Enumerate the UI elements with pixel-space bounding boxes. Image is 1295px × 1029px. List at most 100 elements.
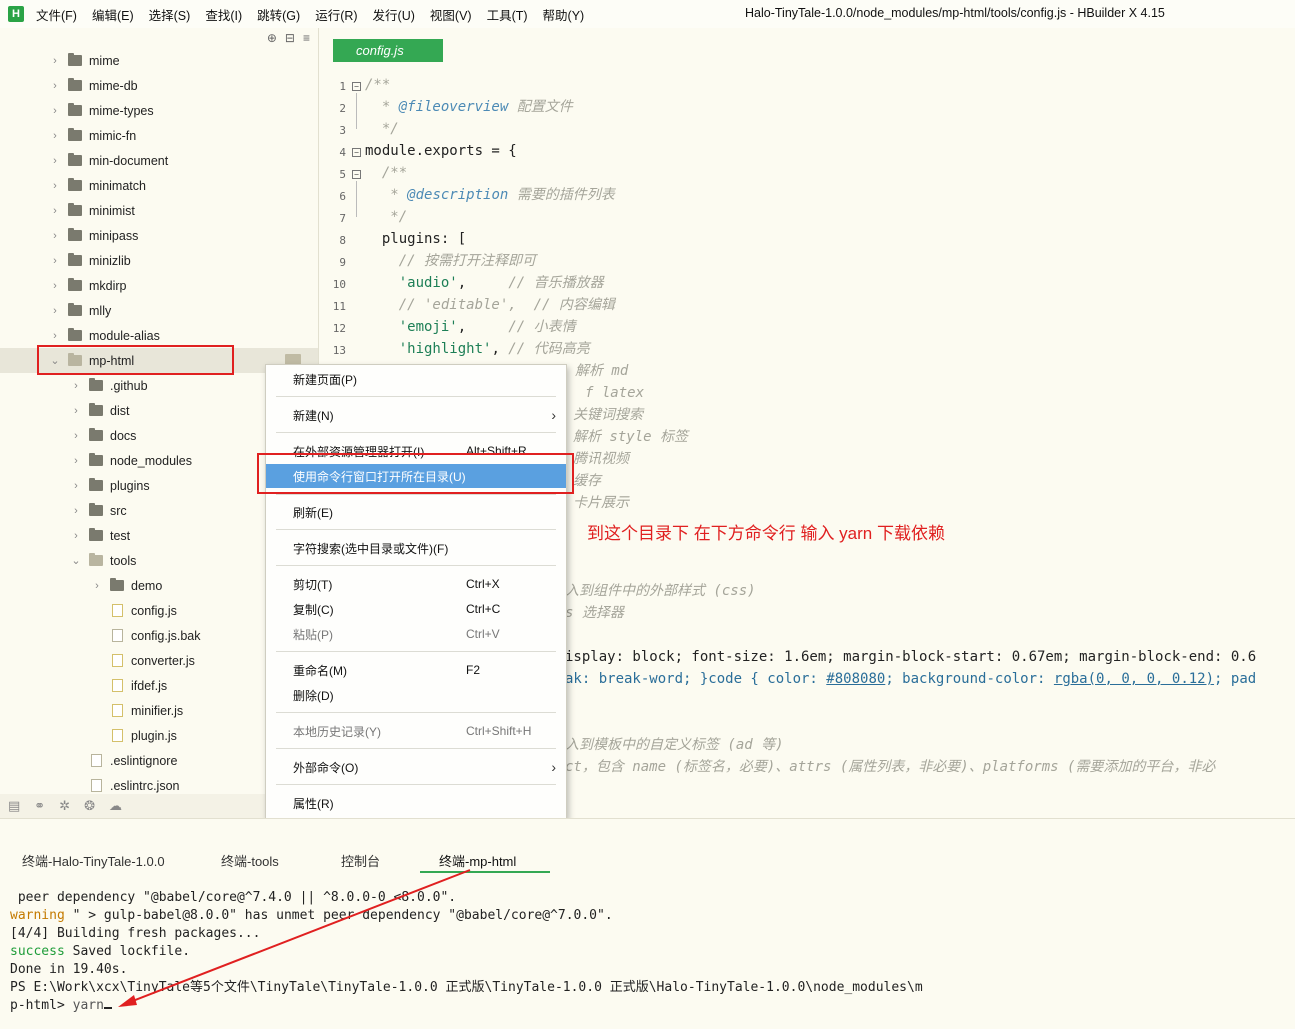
menu-help[interactable]: 帮助(Y) [543,5,585,24]
fold-guide [356,93,357,129]
line-number: 3 [339,124,346,137]
menu-copy[interactable]: 复制(C) Ctrl+C [266,597,566,621]
collapse-all-icon[interactable]: ⊟ [285,31,295,45]
chevron-right-icon: › [74,529,78,542]
menu-delete[interactable]: 删除(D) [266,683,566,707]
code-line: 卡片展示 [573,495,629,511]
chevron-right-icon: › [95,579,99,592]
locate-icon[interactable]: ⊕ [267,31,277,45]
terminal-line: PS E:\Work\xcx\TinyTale等5个文件\TinyTale\Ti… [10,980,923,995]
tree-item-minipass[interactable]: › minipass [0,223,318,248]
line-number: 6 [339,190,346,203]
folder-icon [68,253,82,266]
fold-toggle-icon[interactable]: − [352,170,361,179]
plugin-icon[interactable]: ❂ [84,798,95,814]
menu-new-page[interactable]: 新建页面(P) [266,367,566,391]
menu-find[interactable]: 查找(I) [205,5,242,24]
tree-item-minimist[interactable]: › minimist [0,198,318,223]
tree-item-mime-types[interactable]: › mime-types [0,98,318,123]
tab-terminal-halo[interactable]: 终端-Halo-TinyTale-1.0.0 [22,851,165,870]
more-menu-icon[interactable]: ≡ [303,31,310,45]
tree-item-minizlib[interactable]: › minizlib [0,248,318,273]
terminal-command: yarn [72,998,104,1013]
menu-rename[interactable]: 重命名(M) F2 [266,658,566,682]
menu-paste[interactable]: 粘贴(P) Ctrl+V [266,622,566,646]
chevron-right-icon: › [74,504,78,517]
tree-item-mkdirp[interactable]: › mkdirp [0,273,318,298]
bug-icon[interactable]: ✲ [59,798,70,814]
folder-icon [68,128,82,141]
hbuilder-logo-icon: H [8,6,24,22]
menu-file[interactable]: 文件(F) [36,5,77,24]
terminal-prompt-line: p-html> yarn [10,997,112,1015]
tree-item-label: module-alias [89,328,160,343]
line-number: 8 [339,234,346,247]
code-line: plugins: [ [365,231,467,247]
chevron-right-icon: › [53,79,57,92]
folder-open-icon [89,553,103,566]
fold-toggle-icon[interactable]: − [352,148,361,157]
tree-item-minimatch[interactable]: › minimatch [0,173,318,198]
tab-terminal-tools[interactable]: 终端-tools [221,851,279,870]
chevron-down-icon: ⌄ [71,555,81,567]
binoculars-icon[interactable]: ⚭ [34,798,45,814]
tab-config-js[interactable]: config.js [333,39,443,62]
chevron-right-icon: › [53,279,57,292]
tree-item-mlly[interactable]: › mlly [0,298,318,323]
chevron-right-icon: › [74,404,78,417]
menu-properties[interactable]: 属性(R) [266,791,566,815]
line-number: 10 [332,278,346,291]
code-line: * @fileoverview 配置文件 [365,99,573,115]
tree-item-label: node_modules [110,453,193,468]
tree-item-label: minipass [89,228,139,243]
code-line: 解析 style 标签 [573,429,689,445]
code-line: 入到组件中的外部样式 (css) [565,583,756,599]
menu-local-history[interactable]: 本地历史记录(Y) Ctrl+Shift+H [266,719,566,743]
menu-char-search[interactable]: 字符搜索(选中目录或文件)(F) [266,536,566,560]
fold-guide [356,181,357,217]
tree-item-mime[interactable]: › mime [0,48,318,73]
menu-select[interactable]: 选择(S) [149,5,191,24]
terminal-line: peer dependency "@babel/core@^7.4.0 || ^… [10,890,457,905]
tree-item-label: tools [110,553,137,568]
menu-external-command[interactable]: 外部命令(O) › [266,755,566,779]
menu-view[interactable]: 视图(V) [430,5,472,24]
menu-run[interactable]: 运行(R) [315,5,357,24]
tab-console[interactable]: 控制台 [341,851,380,870]
menu-separator [276,784,556,785]
menu-refresh[interactable]: 刷新(E) [266,500,566,524]
tree-item-label: .eslintignore [110,753,178,768]
file-icon [91,779,102,792]
js-file-icon [112,679,123,692]
menu-new[interactable]: 新建(N) › [266,403,566,427]
chevron-right-icon: › [74,429,78,442]
menu-tools[interactable]: 工具(T) [487,5,528,24]
text-cursor [103,1007,112,1009]
chevron-right-icon: › [53,104,57,117]
highlight-box-mp-html [37,345,234,375]
menu-edit[interactable]: 编辑(E) [92,5,134,24]
tree-item-mimic-fn[interactable]: › mimic-fn [0,123,318,148]
cloud-icon[interactable]: ☁ [109,798,122,814]
js-file-icon [112,654,123,667]
code-line: 关键词搜索 [573,407,643,423]
chevron-right-icon: › [53,129,57,142]
js-file-icon [112,729,123,742]
tree-item-label: minizlib [89,253,131,268]
menu-publish[interactable]: 发行(U) [373,5,415,24]
tree-item-mime-db[interactable]: › mime-db [0,73,318,98]
tree-item-label: src [110,503,127,518]
menu-goto[interactable]: 跳转(G) [257,5,300,24]
tab-terminal-mp-html[interactable]: 终端-mp-html [439,851,516,870]
code-line: ak: break-word; }code { color: #808080; … [565,671,1257,687]
menu-separator [276,396,556,397]
terminal-line: [4/4] Building fresh packages... [10,926,261,941]
chevron-right-icon: › [53,154,57,167]
project-icon[interactable]: ▤ [8,798,20,814]
menu-cut[interactable]: 剪切(T) Ctrl+X [266,572,566,596]
tree-item-label: mime-db [89,78,138,93]
fold-toggle-icon[interactable]: − [352,82,361,91]
code-line: 腾讯视频 [573,451,629,467]
tree-item-label: .github [110,378,148,393]
tree-item-min-document[interactable]: › min-document [0,148,318,173]
